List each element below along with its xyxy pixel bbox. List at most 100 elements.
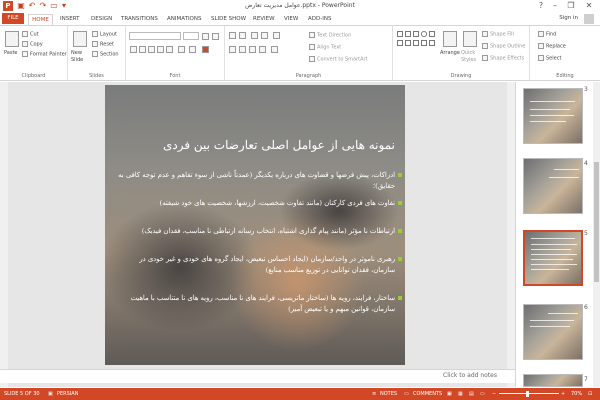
left-pane-scrollbar[interactable] (0, 82, 8, 387)
reading-view-icon[interactable]: ▤ (469, 388, 474, 400)
more-shapes-icon[interactable] (429, 40, 435, 46)
tab-insert[interactable]: INSERT (60, 14, 79, 25)
quick-styles-button[interactable]: Quick Styles (461, 50, 479, 64)
shadow-icon[interactable] (157, 46, 164, 53)
arrow-shape-icon[interactable] (413, 31, 419, 37)
underline-icon[interactable] (148, 46, 155, 53)
convert-smartart-button[interactable]: Convert to SmartArt (309, 56, 368, 64)
close-button[interactable]: ✕ (582, 0, 596, 12)
font-size-input[interactable] (183, 32, 199, 40)
new-slide-button[interactable]: New Slide (71, 50, 91, 64)
align-text-button[interactable]: Align Text (309, 44, 341, 52)
shape-fill-button[interactable]: Shape Fill (482, 31, 514, 39)
tab-design[interactable]: DESIGN (91, 14, 112, 25)
bullet-item[interactable]: رهبری ناموثر در واحد/سازمان (ایجاد احساس… (117, 254, 402, 276)
fit-slide-icon[interactable]: ⊡ (588, 388, 592, 400)
shrink-font-icon[interactable] (212, 33, 219, 40)
tab-review[interactable]: REVIEW (253, 14, 275, 25)
triangle-shape-icon[interactable] (429, 31, 435, 37)
minimize-button[interactable]: – (548, 0, 562, 12)
layout-button[interactable]: Layout (92, 31, 117, 39)
slideshow-icon[interactable]: ▭ (480, 388, 485, 400)
slide-title[interactable]: نمونه هایی از عوامل اصلی تعارضات بین فرد… (117, 137, 395, 153)
notes-placeholder[interactable]: Click to add notes (443, 372, 497, 379)
slide-thumbnail[interactable] (523, 88, 583, 144)
customize-toolbar-icon[interactable]: ▾ (59, 1, 69, 11)
align-right-icon[interactable] (249, 46, 256, 53)
rectangle-shape-icon[interactable] (397, 31, 403, 37)
bullets-icon[interactable] (229, 32, 236, 39)
scrollbar-thumb[interactable] (594, 162, 599, 282)
brace-shape-icon[interactable] (413, 40, 419, 46)
thumbnail-scrollbar[interactable] (593, 82, 600, 387)
justify-icon[interactable] (259, 46, 266, 53)
strikethrough-icon[interactable] (166, 46, 173, 53)
char-spacing-icon[interactable] (178, 46, 185, 53)
tab-slide-show[interactable]: SLIDE SHOW (211, 14, 246, 25)
callout-shape-icon[interactable] (397, 40, 403, 46)
line-spacing-icon[interactable] (273, 32, 280, 39)
undo-icon[interactable]: ↶ (27, 1, 37, 11)
format-painter-button[interactable]: Format Painter (22, 51, 67, 59)
tab-file[interactable]: FILE (2, 13, 24, 24)
numbering-icon[interactable] (239, 32, 246, 39)
italic-icon[interactable] (139, 46, 146, 53)
star-shape-icon[interactable] (405, 40, 411, 46)
paste-icon[interactable] (5, 31, 19, 47)
language-indicator[interactable]: PERSIAN (57, 388, 78, 400)
sign-in-link[interactable]: Sign in (559, 15, 578, 21)
spellcheck-icon[interactable]: ▣ (48, 388, 53, 400)
find-button[interactable]: Find (538, 31, 556, 39)
zoom-out-icon[interactable]: − (492, 388, 496, 400)
columns-icon[interactable] (271, 46, 278, 53)
bullet-item[interactable]: تفاوت های فردی کارکنان (مانند تفاوت شخصی… (117, 198, 402, 209)
bullet-item[interactable]: ساختار، فرایند، رویه ها (ساختار ماتریسی،… (117, 293, 402, 315)
slide-thumbnail[interactable] (523, 158, 583, 214)
tab-view[interactable]: VIEW (284, 14, 298, 25)
slideshow-start-icon[interactable]: ▭ (49, 1, 59, 11)
font-color-icon[interactable] (202, 46, 209, 53)
editor-scrollbar[interactable] (507, 82, 515, 387)
font-name-input[interactable] (129, 32, 181, 40)
redo-icon[interactable]: ↷ (38, 1, 48, 11)
oval-shape-icon[interactable] (421, 31, 427, 37)
tab-animations[interactable]: ANIMATIONS (167, 14, 202, 25)
replace-button[interactable]: Replace (538, 43, 566, 51)
comments-icon[interactable]: ▭ (404, 388, 409, 400)
tab-add-ins[interactable]: ADD-INS (308, 14, 331, 25)
slide-sorter-icon[interactable]: ▦ (458, 388, 463, 400)
bold-icon[interactable] (130, 46, 137, 53)
line-shape-icon[interactable] (405, 31, 411, 37)
align-center-icon[interactable] (239, 46, 246, 53)
change-case-icon[interactable] (189, 46, 196, 53)
align-left-icon[interactable] (229, 46, 236, 53)
pentagon-shape-icon[interactable] (421, 40, 427, 46)
section-button[interactable]: Section (92, 51, 119, 59)
notes-button[interactable]: NOTES (380, 388, 397, 400)
notes-pane[interactable]: Click to add notes (0, 369, 515, 383)
bullet-item[interactable]: ادراکات، پیش فرضها و قضاوت های درباره یک… (117, 170, 402, 192)
avatar[interactable] (584, 14, 594, 24)
cut-button[interactable]: Cut (22, 31, 39, 39)
slide-canvas[interactable]: نمونه هایی از عوامل اصلی تعارضات بین فرد… (105, 85, 405, 365)
zoom-in-icon[interactable]: + (561, 388, 565, 400)
text-direction-button[interactable]: Text Direction (309, 32, 351, 40)
tab-home[interactable]: HOME (28, 14, 53, 25)
grow-font-icon[interactable] (202, 33, 209, 40)
slide-thumbnail[interactable] (523, 374, 583, 387)
zoom-level[interactable]: 70% (571, 388, 582, 400)
new-slide-icon[interactable] (73, 31, 87, 47)
increase-indent-icon[interactable] (261, 32, 268, 39)
zoom-slider-handle[interactable] (526, 391, 529, 397)
comments-button[interactable]: COMMENTS (413, 388, 442, 400)
arrange-button[interactable]: Arrange (440, 50, 460, 57)
quick-styles-icon[interactable] (463, 31, 477, 47)
save-icon[interactable]: ▣ (16, 1, 26, 11)
bullet-item[interactable]: ارتباطات نا مؤثر (مانند پیام گذاری اشتبا… (117, 226, 402, 237)
copy-button[interactable]: Copy (22, 41, 43, 49)
slide-thumbnail[interactable] (523, 304, 583, 360)
restore-button[interactable]: ❐ (564, 0, 578, 12)
select-button[interactable]: Select (538, 55, 561, 63)
arrange-icon[interactable] (443, 31, 457, 47)
help-button[interactable]: ? (534, 0, 548, 12)
